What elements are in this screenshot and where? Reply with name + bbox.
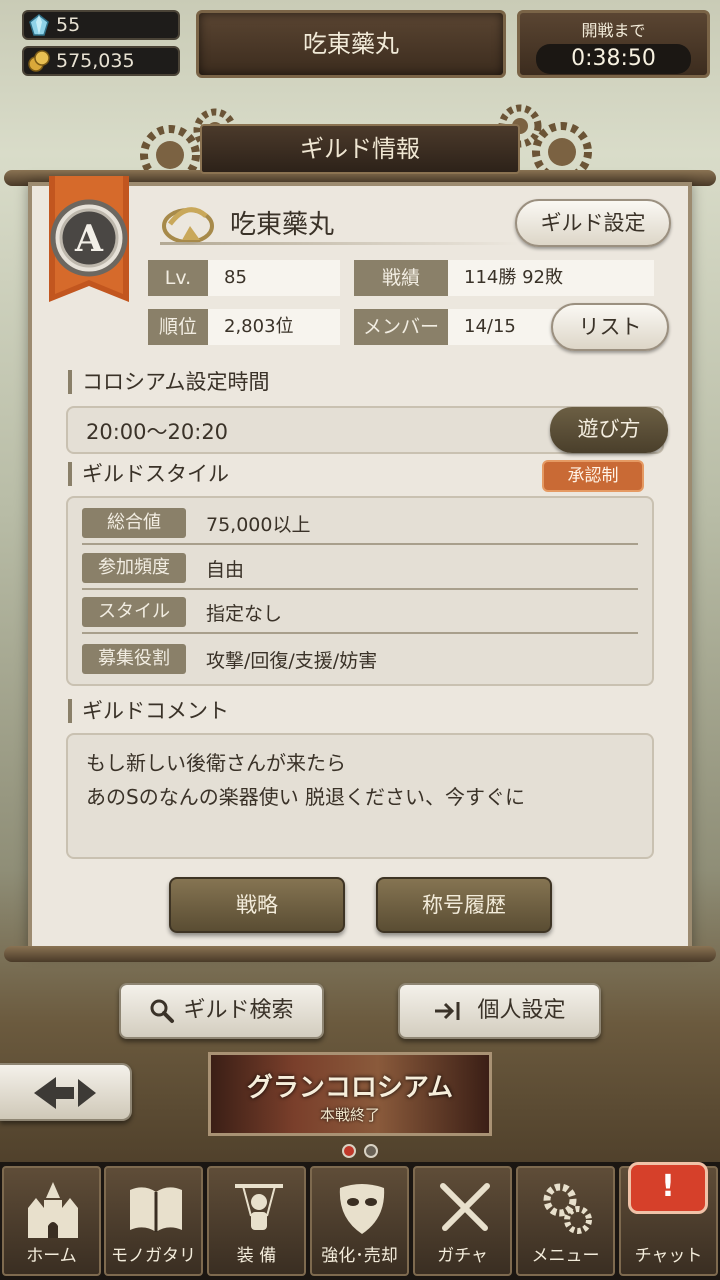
event-banner[interactable]: グランコロシアム 本戦終了: [208, 1052, 492, 1136]
style-row-label: スタイル: [82, 597, 186, 627]
guild-comment-heading: ギルドコメント: [68, 697, 229, 725]
gem-count: 55: [56, 14, 81, 36]
member-list-button[interactable]: リスト: [551, 303, 669, 351]
title-history-button[interactable]: 称号履歴: [376, 877, 552, 933]
guild-name-banner: 吃東藥丸: [196, 10, 506, 78]
castle-icon: [28, 1182, 78, 1238]
mask-icon: [339, 1184, 385, 1234]
nav-label: 強化･売却: [321, 1246, 398, 1266]
panel-title: ギルド情報: [200, 124, 520, 174]
personal-settings-button[interactable]: 個人設定: [398, 983, 601, 1039]
nav-label: チャット: [634, 1246, 703, 1266]
back-arrow-icon: [34, 1077, 96, 1109]
guild-settings-button[interactable]: ギルド設定: [515, 199, 671, 247]
level-label: Lv.: [148, 260, 208, 296]
event-subtitle: 本戦終了: [319, 1106, 380, 1124]
battle-timer: 開戦まで 0:38:50: [517, 10, 710, 78]
swords-icon: [440, 1183, 490, 1231]
nav-item-equip[interactable]: 装 備: [207, 1166, 306, 1276]
gem-counter: 55: [22, 10, 180, 40]
strategy-button[interactable]: 戦略: [169, 877, 345, 933]
nav-item-gacha[interactable]: ガチャ: [413, 1166, 512, 1276]
colosseum-time: 20:00〜20:20: [86, 420, 229, 444]
guild-comment-text: もし新しい後衛さんが来たら あのSのなんの楽器使い 脱退ください、今すぐに: [86, 746, 646, 814]
event-title: グランコロシアム: [246, 1073, 454, 1103]
style-row-value: 攻撃/回復/支援/妨害: [206, 650, 378, 672]
carousel-dot[interactable]: [364, 1144, 378, 1158]
style-row-label: 募集役割: [82, 644, 186, 674]
rank-label: 順位: [148, 309, 208, 345]
personal-settings-label: 個人設定: [477, 998, 566, 1023]
style-row-label: 参加頻度: [82, 553, 186, 583]
gold-count: 575,035: [56, 50, 135, 72]
nav-label: ガチャ: [437, 1246, 488, 1266]
carousel-dot-active[interactable]: [342, 1144, 356, 1158]
level-value: 85: [208, 260, 340, 296]
style-row-label: 総合値: [82, 508, 186, 538]
coin-icon: [28, 50, 50, 72]
guild-style-heading: ギルドスタイル: [68, 460, 229, 488]
members-label: メンバー: [354, 309, 448, 345]
rank-letter: A: [74, 218, 104, 260]
nav-item-story[interactable]: モノガタリ: [104, 1166, 203, 1276]
gem-icon: [29, 14, 49, 36]
gears-icon: [543, 1183, 592, 1234]
record-value: 114勝 92敗: [448, 260, 654, 296]
approval-badge: 承認制: [542, 460, 644, 492]
enter-arrow-icon: [435, 1002, 460, 1020]
puppet-icon: [235, 1184, 283, 1230]
nav-label: モノガタリ: [111, 1246, 196, 1266]
divider: [82, 632, 638, 634]
panel-bottom-rail: [4, 946, 716, 962]
style-row-value: 75,000以上: [206, 514, 311, 536]
rank-badge: A: [49, 176, 129, 302]
nav-item-enhance[interactable]: 強化･売却: [310, 1166, 409, 1276]
back-button[interactable]: [0, 1063, 132, 1121]
colosseum-heading: コロシアム設定時間: [68, 368, 270, 396]
nav-item-home[interactable]: ホーム: [2, 1166, 101, 1276]
guild-name: 吃東藥丸: [230, 210, 335, 240]
nav-label: ホーム: [26, 1246, 77, 1266]
howto-button[interactable]: 遊び方: [550, 407, 668, 453]
guild-search-label: ギルド検索: [183, 998, 294, 1023]
search-icon: [150, 999, 175, 1023]
comment-line: あのSのなんの楽器使い 脱退ください、今すぐに: [86, 785, 526, 809]
comment-line: もし新しい後衛さんが来たら: [86, 751, 346, 775]
guild-search-button[interactable]: ギルド検索: [119, 983, 324, 1039]
timer-value: 0:38:50: [536, 44, 691, 74]
chat-alert-icon[interactable]: !: [628, 1162, 708, 1214]
style-row-value: 自由: [206, 559, 245, 581]
divider: [82, 588, 638, 590]
nav-label: 装 備: [236, 1246, 277, 1266]
record-label: 戦績: [354, 260, 448, 296]
timer-label: 開戦まで: [581, 21, 646, 40]
gold-counter: 575,035: [22, 46, 180, 76]
nav-label: メニュー: [531, 1246, 600, 1266]
divider: [160, 242, 520, 245]
guild-emblem-icon: [162, 207, 214, 244]
nav-item-menu[interactable]: メニュー: [516, 1166, 615, 1276]
members-value: 14/15: [448, 309, 568, 345]
divider: [82, 543, 638, 545]
style-row-value: 指定なし: [206, 603, 283, 625]
rank-value: 2,803位: [208, 309, 340, 345]
book-icon: [130, 1187, 182, 1232]
